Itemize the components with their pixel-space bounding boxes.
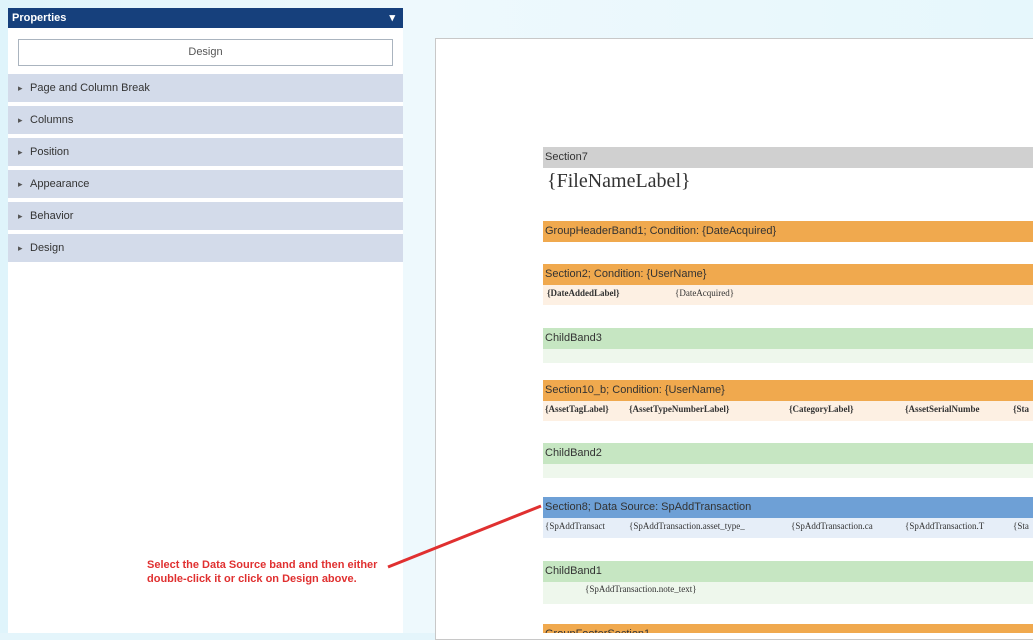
band-body: {SpAddTransaction.note_text} — [543, 582, 1033, 604]
band-childband3[interactable]: ChildBand3 — [543, 328, 1033, 363]
properties-panel: Properties ▾ Design ▸ Page and Column Bre… — [8, 8, 403, 633]
band-header: ChildBand3 — [543, 328, 1033, 349]
category-label: Columns — [30, 114, 74, 126]
band-body: {DateAddedLabel} {DateAcquired} — [543, 285, 1033, 305]
chevron-right-icon: ▸ — [18, 243, 23, 253]
category-label: Page and Column Break — [30, 82, 150, 94]
properties-title: Properties — [12, 12, 67, 24]
band-body: {FileNameLabel} — [543, 168, 1033, 200]
field-transaction[interactable]: {SpAddTransact — [545, 521, 605, 531]
category-label: Behavior — [30, 210, 74, 222]
field-asset-serial-number-label[interactable]: {AssetSerialNumbe — [905, 404, 980, 414]
band-header: ChildBand1 — [543, 561, 1033, 582]
band-header: ChildBand2 — [543, 443, 1033, 464]
properties-title-bar: Properties ▾ — [8, 8, 403, 28]
band-header: Section2; Condition: {UserName} — [543, 264, 1033, 285]
chevron-right-icon: ▸ — [18, 211, 23, 221]
field-asset-type-number-label[interactable]: {AssetTypeNumberLabel} — [629, 404, 729, 414]
band-body — [543, 349, 1033, 363]
band-header: Section8; Data Source: SpAddTransaction — [543, 497, 1033, 518]
field-category-label[interactable]: {CategoryLabel} — [789, 404, 854, 414]
band-group-header[interactable]: GroupHeaderBand1; Condition: {DateAcquir… — [543, 221, 1033, 242]
category-page-column-break[interactable]: ▸ Page and Column Break — [8, 74, 403, 106]
category-columns[interactable]: ▸ Columns — [8, 106, 403, 138]
field-asset-tag-label[interactable]: {AssetTagLabel} — [545, 404, 609, 414]
chevron-right-icon: ▸ — [18, 147, 23, 157]
field-filename-label[interactable]: {FileNameLabel} — [547, 170, 691, 193]
category-label: Position — [30, 146, 70, 158]
field-status-label[interactable]: {Sta — [1013, 404, 1029, 414]
chevron-right-icon: ▸ — [18, 83, 23, 93]
band-header: Section10_b; Condition: {UserName} — [543, 380, 1033, 401]
band-section10[interactable]: Section10_b; Condition: {UserName} {Asse… — [543, 380, 1033, 421]
field-serial[interactable]: {SpAddTransaction.T — [905, 521, 984, 531]
category-appearance[interactable]: ▸ Appearance — [8, 170, 403, 202]
pin-icon[interactable]: ▾ — [389, 8, 395, 28]
category-design[interactable]: ▸ Design — [8, 234, 403, 266]
band-group-footer[interactable]: GroupFooterSection1 — [543, 624, 1033, 633]
category-label: Design — [30, 242, 65, 254]
chevron-right-icon: ▸ — [18, 115, 23, 125]
field-date-added-label[interactable]: {DateAddedLabel} — [547, 288, 620, 298]
field-note-text[interactable]: {SpAddTransaction.note_text} — [585, 584, 697, 594]
field-category[interactable]: {SpAddTransaction.ca — [791, 521, 873, 531]
band-header: GroupFooterSection1 — [543, 624, 1033, 633]
chevron-right-icon: ▸ — [18, 179, 23, 189]
band-body — [543, 464, 1033, 478]
category-position[interactable]: ▸ Position — [8, 138, 403, 170]
category-label: Appearance — [30, 178, 90, 190]
band-childband1[interactable]: ChildBand1 {SpAddTransaction.note_text} — [543, 561, 1033, 604]
field-status[interactable]: {Sta — [1013, 521, 1029, 531]
instruction-annotation: Select the Data Source band and then eit… — [147, 559, 378, 585]
band-header: Section7 — [543, 147, 1033, 168]
design-button[interactable]: Design — [18, 39, 393, 66]
band-childband2[interactable]: ChildBand2 — [543, 443, 1033, 478]
category-behavior[interactable]: ▸ Behavior — [8, 202, 403, 234]
field-asset-type[interactable]: {SpAddTransaction.asset_type_ — [629, 521, 745, 531]
band-header: GroupHeaderBand1; Condition: {DateAcquir… — [543, 221, 1033, 242]
field-date-acquired[interactable]: {DateAcquired} — [675, 288, 734, 298]
band-body: {SpAddTransact {SpAddTransaction.asset_t… — [543, 518, 1033, 538]
band-body: {AssetTagLabel} {AssetTypeNumberLabel} {… — [543, 401, 1033, 421]
band-section7[interactable]: Section7 {FileNameLabel} — [543, 147, 1033, 200]
band-section2[interactable]: Section2; Condition: {UserName} {DateAdd… — [543, 264, 1033, 305]
band-section8-data-source[interactable]: Section8; Data Source: SpAddTransaction … — [543, 497, 1033, 538]
